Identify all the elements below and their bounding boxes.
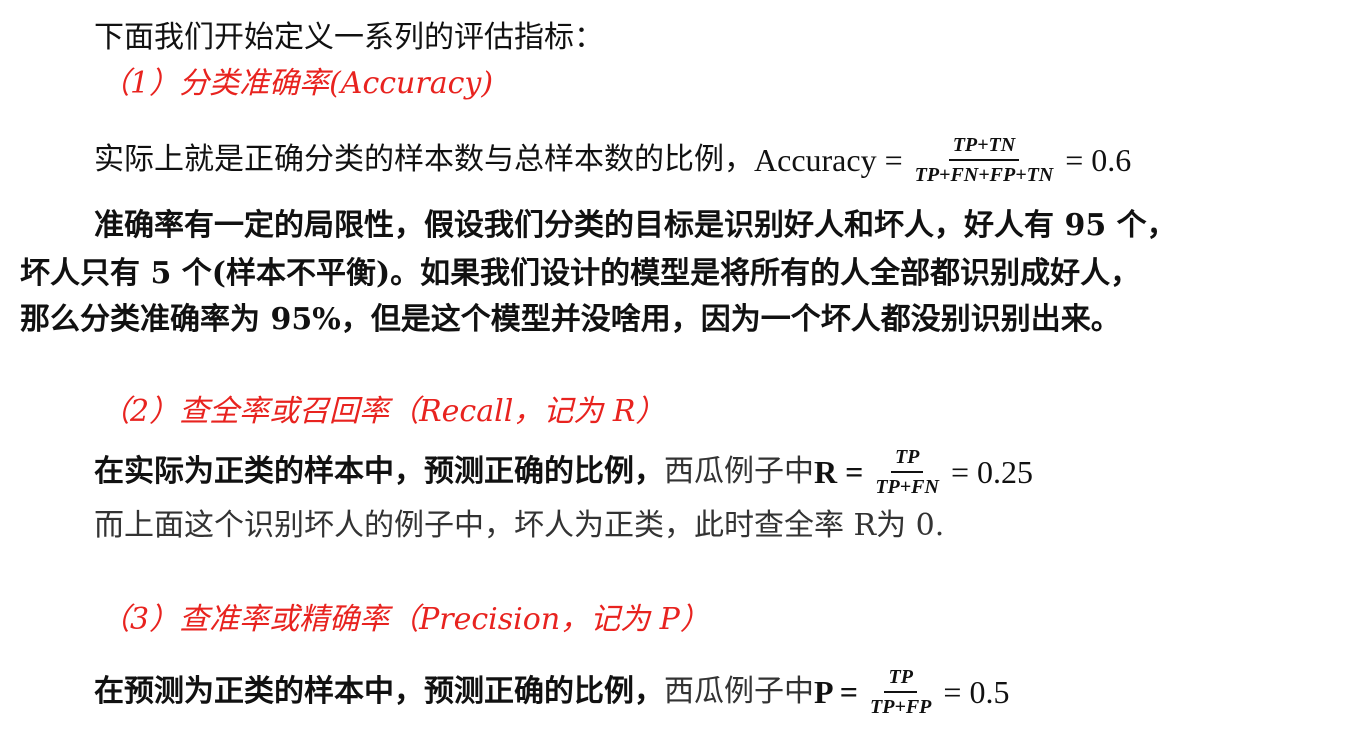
precision-denominator: TP+FP — [870, 696, 932, 718]
section2-heading: （2）查全率或召回率（Recall，记为 R） — [100, 392, 665, 432]
section3-definition-light: 西瓜例子中 — [664, 674, 814, 709]
p2-text-b: 个(样本不平衡)。如果我们设计的模型是将所有的人全部都识别成好人， — [181, 256, 1141, 291]
section1-definition-text: 实际上就是正确分类的样本数与总样本数的比例， — [94, 142, 754, 177]
p1-text-a: 准确率有一定的局限性，假设我们分类的目标是识别好人和坏人，好人有 — [94, 208, 1054, 243]
precision-rhs: = 0.5 — [943, 674, 1010, 710]
section2-definition: 在实际为正类的样本中，预测正确的比例，西瓜例子中R = TP TP+FN = 0.25 — [94, 446, 1033, 498]
p2-text-a: 坏人只有 — [20, 256, 140, 291]
p1-text-b: 个， — [1116, 208, 1177, 243]
section3-definition: 在预测为正类的样本中，预测正确的比例，西瓜例子中P = TP TP+FP = 0.5 — [94, 666, 1009, 718]
section2-note: 而上面这个识别坏人的例子中，坏人为正类，此时查全率 R为 0. — [94, 506, 944, 546]
section3-definition-bold: 在预测为正类的样本中，预测正确的比例， — [94, 674, 664, 709]
p3-text-a: 那么分类准确率为 — [20, 302, 260, 337]
recall-denominator: TP+FN — [875, 476, 939, 498]
accuracy-denominator: TP+FN+FP+TN — [914, 164, 1054, 186]
p3-text-b: ，但是这个模型并没啥用，因为一个坏人都没别识别出来。 — [340, 302, 1121, 337]
section3-heading-text: （3）查准率或精确率（Precision，记为 P） — [100, 602, 710, 637]
precision-fraction: TP TP+FP — [866, 666, 935, 718]
section2-definition-light: 西瓜例子中 — [664, 454, 814, 489]
recall-rhs: = 0.25 — [950, 454, 1034, 490]
section1-heading: （1）分类准确率(Accuracy) — [100, 64, 493, 104]
recall-fraction: TP TP+FN — [871, 446, 943, 498]
intro-label: 下面我们开始定义一系列的评估指标： — [94, 20, 604, 55]
p1-number: 95 — [1054, 208, 1117, 243]
section3-heading: （3）查准率或精确率（Precision，记为 P） — [100, 600, 710, 640]
section2-heading-text: （2）查全率或召回率（Recall，记为 R） — [100, 394, 666, 429]
accuracy-numerator: TP+TN — [948, 134, 1020, 161]
precision-lhs: P = — [814, 674, 859, 710]
accuracy-lhs: Accuracy = — [754, 142, 903, 178]
recall-lhs: R = — [814, 454, 864, 490]
intro-text: 下面我们开始定义一系列的评估指标： — [94, 18, 604, 58]
section1-definition: 实际上就是正确分类的样本数与总样本数的比例，Accuracy = TP+TN TP+… — [94, 134, 1131, 186]
p2-number: 5 — [140, 256, 182, 291]
recall-numerator: TP — [890, 446, 924, 473]
section2-definition-bold: 在实际为正类的样本中，预测正确的比例， — [94, 454, 664, 489]
section2-note-text: 而上面这个识别坏人的例子中，坏人为正类，此时查全率 R为 0. — [94, 508, 945, 543]
section1-paragraph-line1: 准确率有一定的局限性，假设我们分类的目标是识别好人和坏人，好人有 95 个， — [94, 206, 1177, 246]
p3-number: 95% — [260, 302, 341, 337]
accuracy-fraction: TP+TN TP+FN+FP+TN — [911, 134, 1058, 186]
section1-paragraph-line2: 坏人只有 5 个(样本不平衡)。如果我们设计的模型是将所有的人全部都识别成好人， — [20, 254, 1140, 294]
precision-numerator: TP — [884, 666, 917, 693]
accuracy-rhs: = 0.6 — [1065, 142, 1132, 178]
section1-paragraph-line3: 那么分类准确率为 95%，但是这个模型并没啥用，因为一个坏人都没别识别出来。 — [20, 300, 1121, 340]
section1-heading-text: （1）分类准确率(Accuracy) — [100, 66, 494, 101]
